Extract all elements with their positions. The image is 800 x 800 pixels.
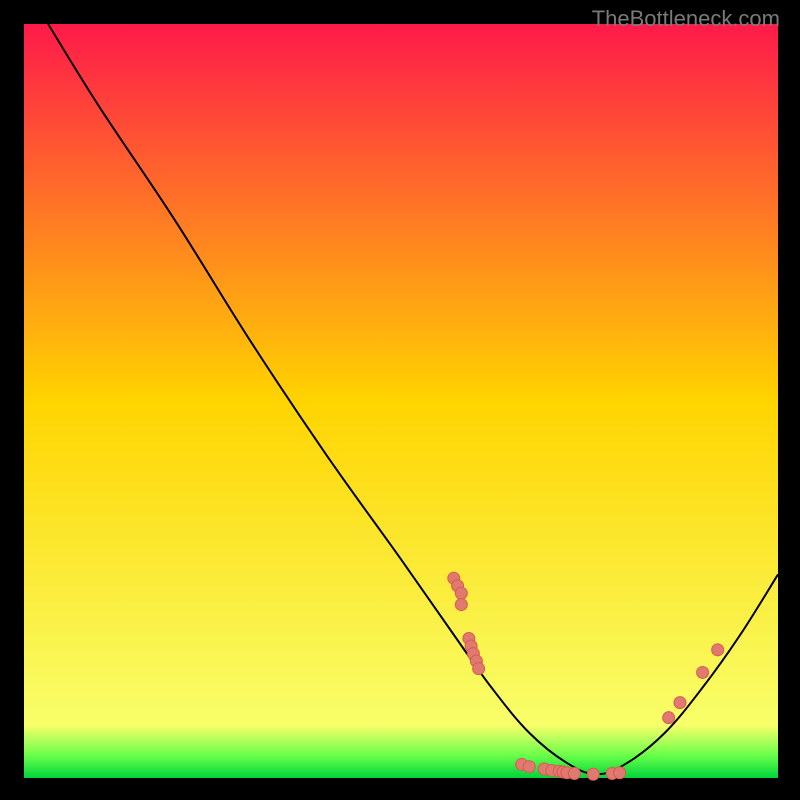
data-point: [568, 767, 580, 779]
data-point: [674, 697, 686, 709]
data-point: [587, 768, 599, 780]
data-point: [523, 761, 535, 773]
watermark: TheBottleneck.com: [592, 6, 780, 32]
data-point: [712, 644, 724, 656]
data-point: [663, 712, 675, 724]
data-point: [697, 666, 709, 678]
data-point: [473, 663, 485, 675]
chart-background: [24, 24, 778, 778]
data-point: [455, 587, 467, 599]
bottleneck-chart: [0, 0, 800, 800]
data-point: [455, 599, 467, 611]
data-point: [614, 767, 626, 779]
